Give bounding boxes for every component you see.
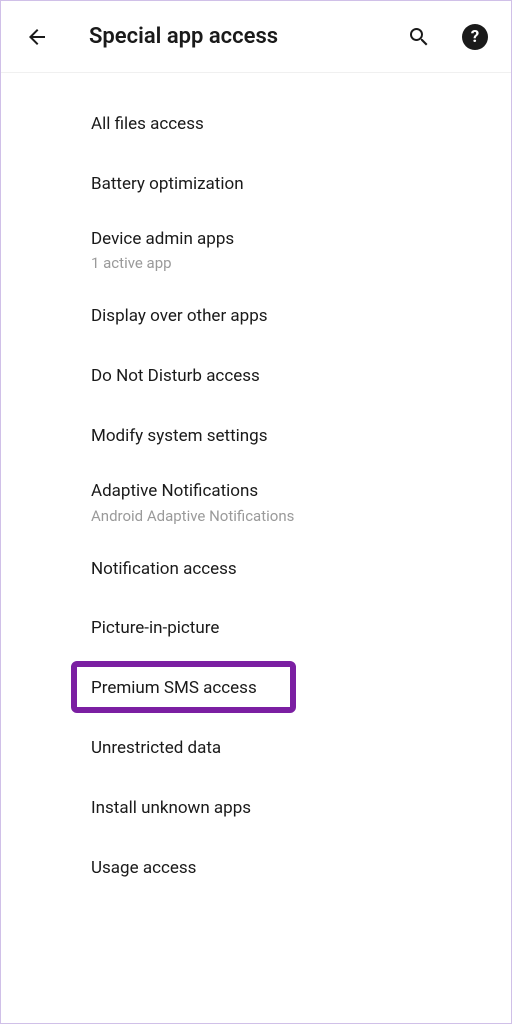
item-display-over-other-apps[interactable]: Display over other apps	[1, 287, 511, 347]
back-button[interactable]	[23, 23, 51, 51]
item-label: All files access	[91, 113, 511, 137]
app-header: Special app access ?	[1, 1, 511, 73]
header-actions: ?	[405, 23, 489, 51]
item-label: Display over other apps	[91, 305, 511, 329]
search-icon	[407, 25, 431, 49]
item-device-admin-apps[interactable]: Device admin apps 1 active app	[1, 215, 511, 288]
item-sublabel: 1 active app	[91, 253, 511, 274]
item-label: Unrestricted data	[91, 737, 511, 761]
page-title: Special app access	[89, 24, 405, 49]
item-sublabel: Android Adaptive Notifications	[91, 506, 511, 527]
item-usage-access[interactable]: Usage access	[1, 839, 511, 899]
help-button[interactable]: ?	[461, 23, 489, 51]
item-battery-optimization[interactable]: Battery optimization	[1, 155, 511, 215]
item-label: Premium SMS access	[91, 677, 511, 701]
settings-list: All files access Battery optimization De…	[1, 73, 511, 898]
item-label: Install unknown apps	[91, 797, 511, 821]
item-label: Do Not Disturb access	[91, 365, 511, 389]
item-label: Battery optimization	[91, 173, 511, 197]
item-label: Device admin apps	[91, 228, 511, 252]
item-all-files-access[interactable]: All files access	[1, 95, 511, 155]
item-adaptive-notifications[interactable]: Adaptive Notifications Android Adaptive …	[1, 467, 511, 540]
item-notification-access[interactable]: Notification access	[1, 540, 511, 600]
item-label: Usage access	[91, 857, 511, 881]
search-button[interactable]	[405, 23, 433, 51]
item-premium-sms-access[interactable]: Premium SMS access	[1, 659, 511, 719]
help-icon: ?	[462, 24, 488, 50]
item-modify-system-settings[interactable]: Modify system settings	[1, 407, 511, 467]
item-label: Picture-in-picture	[91, 617, 511, 641]
item-install-unknown-apps[interactable]: Install unknown apps	[1, 779, 511, 839]
item-do-not-disturb-access[interactable]: Do Not Disturb access	[1, 347, 511, 407]
item-picture-in-picture[interactable]: Picture-in-picture	[1, 599, 511, 659]
item-label: Adaptive Notifications	[91, 480, 511, 504]
item-label: Notification access	[91, 558, 511, 582]
item-label: Modify system settings	[91, 425, 511, 449]
arrow-back-icon	[25, 25, 49, 49]
item-unrestricted-data[interactable]: Unrestricted data	[1, 719, 511, 779]
